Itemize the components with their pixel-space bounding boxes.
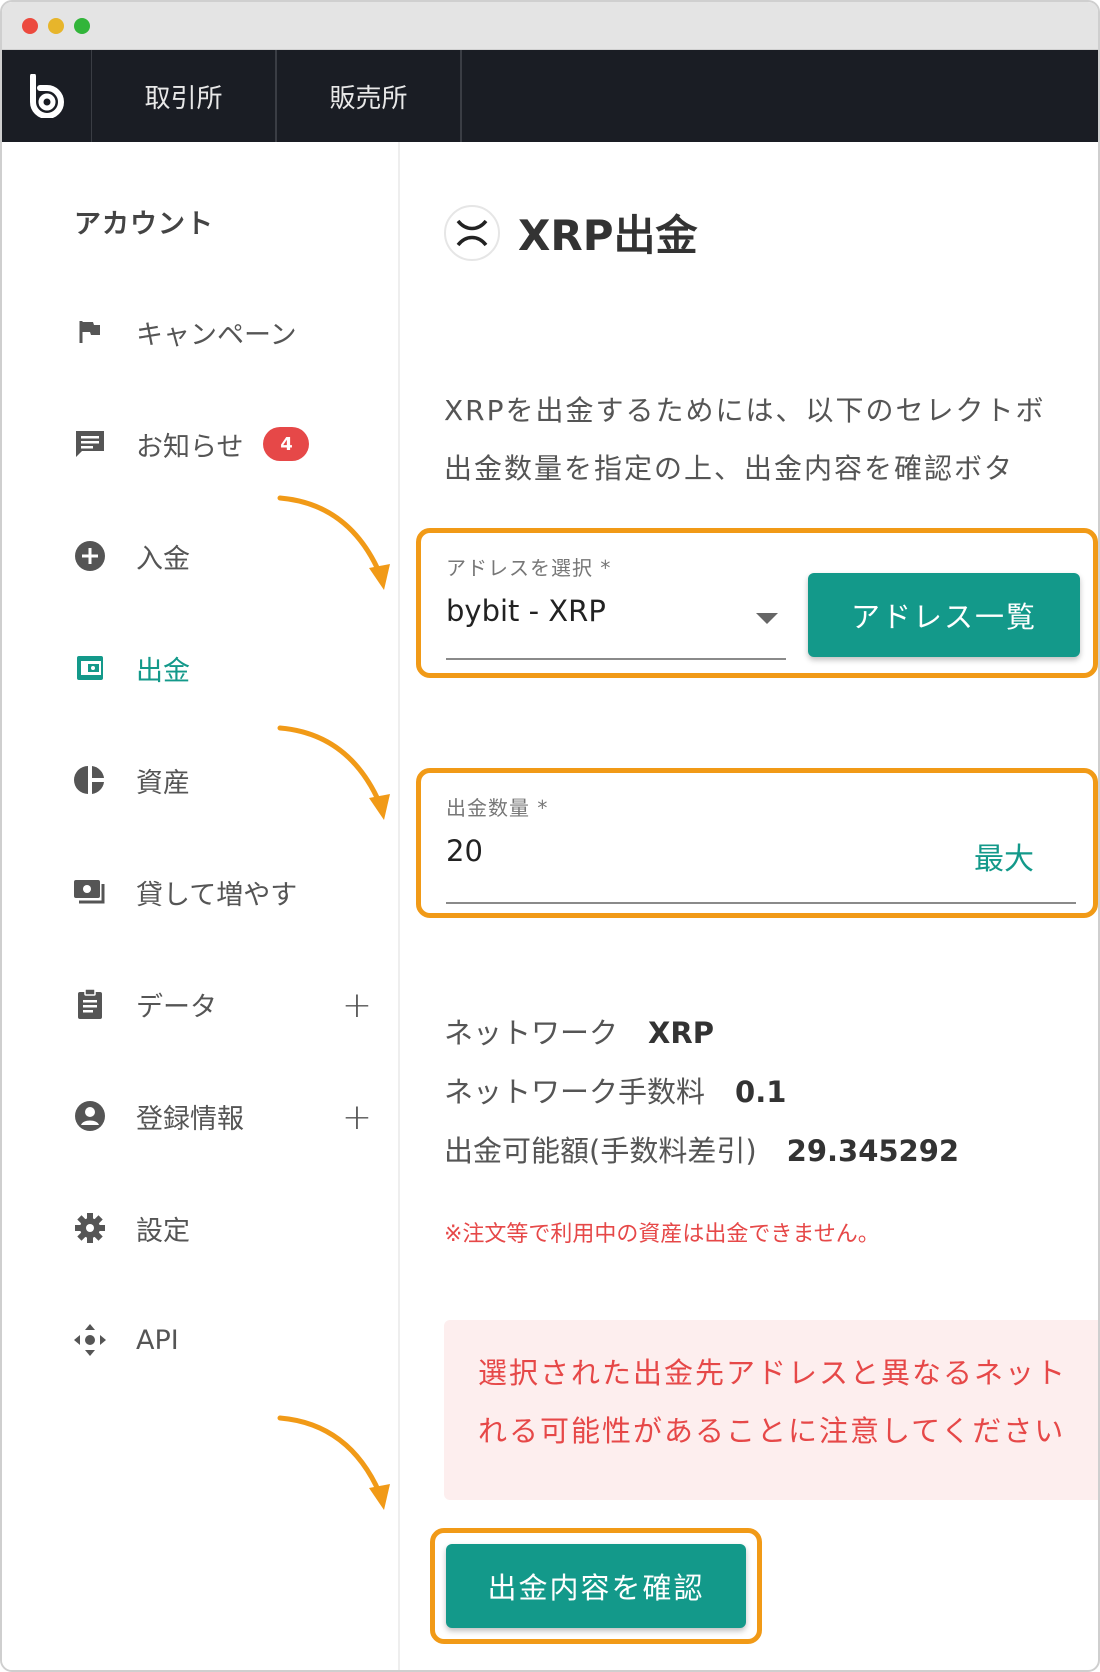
account-icon xyxy=(72,1098,108,1134)
warning-note: ※注文等で利用中の資産は出金できません。 xyxy=(444,1222,880,1247)
app-window: 取引所 販売所 アカウント キャンペーン お知らせ 4 入金 出金 資産 貸して… xyxy=(0,0,1100,1672)
xrp-logo-icon xyxy=(444,204,500,261)
callout-arrow-icon xyxy=(277,725,390,820)
expand-data-icon[interactable]: + xyxy=(342,985,372,1026)
sidebar-item-label: API xyxy=(136,1324,179,1356)
gear-icon xyxy=(72,1210,108,1246)
api-icon xyxy=(72,1322,108,1358)
sidebar-item-api[interactable]: API xyxy=(72,1315,372,1365)
sidebar-item-lending[interactable]: 貸して増やす xyxy=(72,867,372,917)
callout-arrow-icon xyxy=(277,1415,390,1510)
withdrawable-amount-row: 出金可能額(手数料差引) 29.345292 xyxy=(444,1134,960,1168)
chevron-down-icon[interactable] xyxy=(756,613,778,624)
max-amount-button[interactable]: 最大 xyxy=(974,834,1034,878)
main-content: XRP出金 XRPを出金するためには、以下のセレクトボ 出金数量を指定の上、出金… xyxy=(400,142,1098,1670)
sidebar-item-profile[interactable]: 登録情報 + xyxy=(72,1091,372,1141)
sidebar-item-news[interactable]: お知らせ 4 xyxy=(72,419,372,469)
minimize-window-button[interactable] xyxy=(48,18,64,34)
sidebar-item-data[interactable]: データ + xyxy=(72,979,372,1029)
notification-badge: 4 xyxy=(263,427,310,461)
amount-input-underline xyxy=(446,902,1076,904)
plus-circle-icon xyxy=(72,538,108,574)
clipboard-icon xyxy=(72,986,108,1022)
address-list-button[interactable]: アドレス一覧 xyxy=(808,573,1080,657)
sidebar-item-label: お知らせ xyxy=(136,431,244,463)
nav-broker[interactable]: 販売所 xyxy=(277,50,462,142)
network-fee-row: ネットワーク手数料 0.1 xyxy=(444,1075,787,1109)
page-header: XRP出金 xyxy=(444,202,698,263)
address-select-label: アドレスを選択 * xyxy=(446,556,612,580)
sidebar-item-label: 登録情報 xyxy=(136,1103,244,1135)
top-navigation: 取引所 販売所 xyxy=(2,50,1098,142)
sidebar-item-withdraw[interactable]: 出金 xyxy=(72,643,372,693)
sidebar-item-label: キャンペーン xyxy=(136,319,297,351)
network-row: ネットワーク XRP xyxy=(444,1016,714,1050)
amount-label: 出金数量 * xyxy=(446,796,549,820)
nav-exchange[interactable]: 取引所 xyxy=(92,50,277,142)
sidebar-title: アカウント xyxy=(74,209,214,240)
network-warning-alert: 選択された出金先アドレスと異なるネット れる可能性があることに注意してください xyxy=(444,1320,1098,1500)
sidebar-item-label: 設定 xyxy=(136,1215,190,1247)
bitbank-logo-icon xyxy=(29,74,64,118)
sidebar-item-label: 資産 xyxy=(136,767,190,799)
pie-chart-icon xyxy=(72,762,108,798)
instruction-text: XRPを出金するためには、以下のセレクトボ 出金数量を指定の上、出金内容を確認ボ… xyxy=(444,394,1046,485)
wallet-icon xyxy=(72,650,108,686)
sidebar-item-campaign[interactable]: キャンペーン xyxy=(72,307,372,357)
sidebar: アカウント キャンペーン お知らせ 4 入金 出金 資産 貸して増やす データ … xyxy=(2,142,400,1670)
flag-icon xyxy=(72,314,108,350)
sidebar-item-label: データ xyxy=(136,991,217,1023)
page-title: XRP出金 xyxy=(518,211,698,260)
address-select-underline xyxy=(446,658,786,660)
lend-icon xyxy=(72,874,108,910)
sidebar-item-label: 入金 xyxy=(136,543,190,575)
address-select[interactable]: bybit - XRP xyxy=(446,594,606,628)
bitbank-logo[interactable] xyxy=(2,50,92,142)
close-window-button[interactable] xyxy=(22,18,38,34)
message-icon xyxy=(72,426,108,462)
sidebar-item-label: 出金 xyxy=(136,655,190,687)
callout-arrow-icon xyxy=(277,495,390,590)
window-titlebar xyxy=(2,2,1098,50)
amount-input[interactable]: 20 xyxy=(446,834,483,868)
confirm-withdrawal-button[interactable]: 出金内容を確認 xyxy=(446,1544,746,1628)
sidebar-item-label: 貸して増やす xyxy=(136,879,298,911)
sidebar-item-settings[interactable]: 設定 xyxy=(72,1203,372,1253)
maximize-window-button[interactable] xyxy=(74,18,90,34)
expand-profile-icon[interactable]: + xyxy=(342,1097,372,1138)
